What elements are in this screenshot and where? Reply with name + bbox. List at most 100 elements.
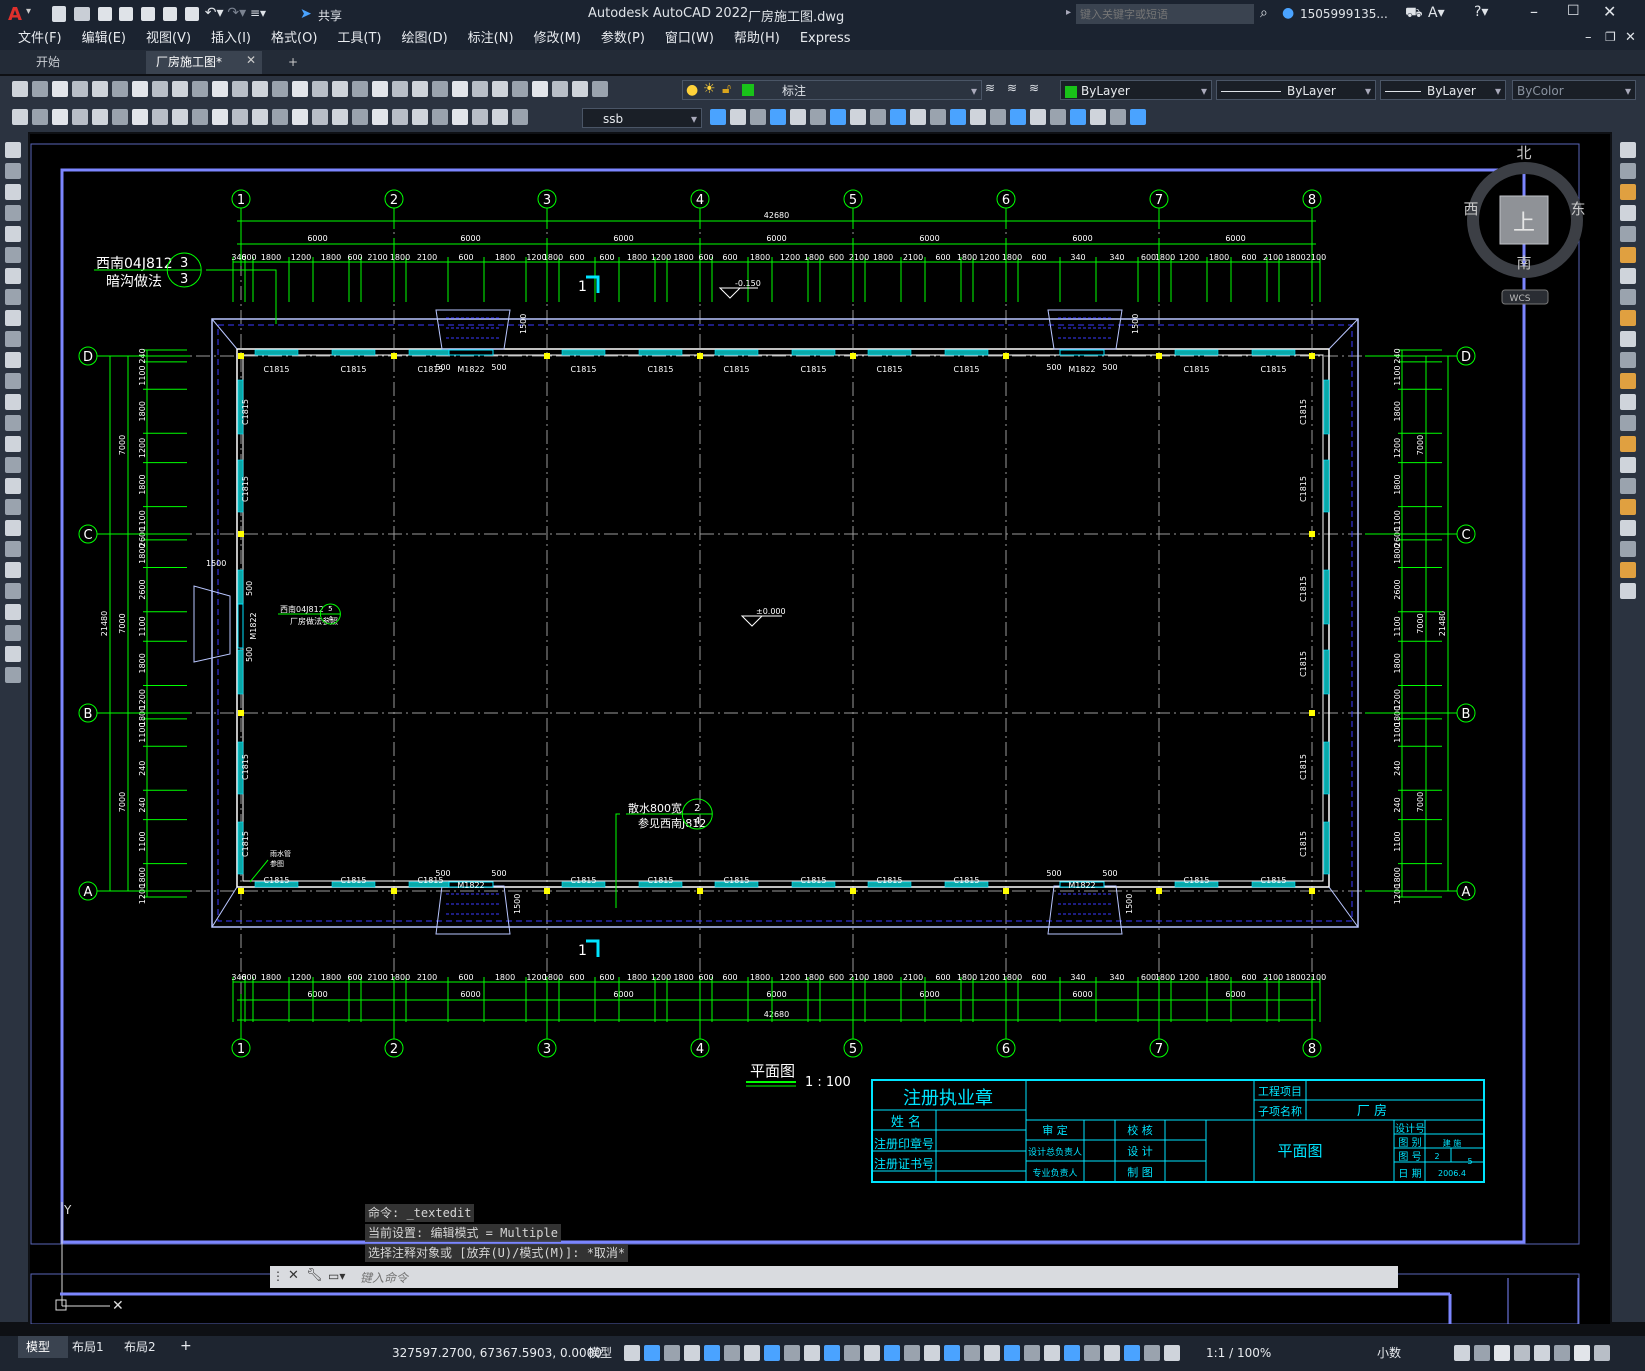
doc-close-icon[interactable]: ✕	[1625, 30, 1636, 45]
compass-south[interactable]: 南	[1516, 254, 1531, 272]
ordinate-icon[interactable]	[472, 109, 488, 125]
preview-icon[interactable]	[552, 81, 568, 97]
offset-icon[interactable]	[1620, 583, 1636, 599]
chamfer-icon[interactable]	[1620, 436, 1636, 452]
object-snap-tracking-icon[interactable]	[764, 1345, 780, 1361]
construction-line-icon[interactable]	[5, 163, 21, 179]
construction-line-icon[interactable]	[5, 583, 21, 599]
multiline-text-icon[interactable]	[5, 520, 21, 536]
customize-qat-icon[interactable]: ≡▾	[250, 6, 266, 20]
grid-icon[interactable]	[624, 1345, 640, 1361]
qnew-icon[interactable]	[472, 81, 488, 97]
publish-icon[interactable]	[112, 81, 128, 97]
ellipse-arc-icon[interactable]	[5, 352, 21, 368]
continue-icon[interactable]	[212, 109, 228, 125]
insert-block-icon[interactable]	[5, 373, 21, 389]
markup-icon[interactable]	[412, 81, 428, 97]
drawing-canvas[interactable]: 42680 6000 6000 6000 6000 6000 6000 6000 42680 60…	[30, 134, 1610, 1325]
polar-icon[interactable]	[1084, 1345, 1100, 1361]
annotation-scale[interactable]: 1:1 / 100%	[1206, 1342, 1271, 1364]
erase-icon[interactable]	[1620, 520, 1636, 536]
save-icon[interactable]	[97, 6, 112, 21]
center-mark-icon[interactable]	[292, 109, 308, 125]
menu-item-5[interactable]: 工具(T)	[327, 28, 391, 50]
arc-icon[interactable]	[5, 247, 21, 263]
save-icon[interactable]	[512, 81, 528, 97]
orbit-icon[interactable]	[890, 109, 906, 125]
menu-item-3[interactable]: 插入(I)	[201, 28, 261, 50]
table-icon[interactable]	[5, 499, 21, 515]
menu-item-11[interactable]: 帮助(H)	[724, 28, 790, 50]
view-icon[interactable]	[1070, 109, 1086, 125]
jogged-icon[interactable]	[112, 109, 128, 125]
polygon-icon[interactable]	[5, 625, 21, 641]
visual-style-icon[interactable]	[1010, 109, 1026, 125]
auto-scale-icon[interactable]	[964, 1345, 980, 1361]
visual-style-icon[interactable]	[810, 109, 826, 125]
close-icon[interactable]: ✕	[1603, 2, 1616, 21]
layout-tab-2[interactable]: 布局2	[124, 1336, 156, 1358]
layer-previous-icon[interactable]: ≋	[1029, 81, 1039, 95]
sheet-set-icon[interactable]	[392, 81, 408, 97]
menu-item-12[interactable]: Express	[790, 28, 861, 50]
infer-icon[interactable]	[664, 1345, 680, 1361]
region-icon[interactable]	[5, 478, 21, 494]
doc-minimize-icon[interactable]: –	[1585, 30, 1592, 45]
scale-icon[interactable]	[1620, 289, 1636, 305]
dim-style-icon[interactable]	[1130, 109, 1146, 125]
command-input[interactable]	[358, 1267, 1392, 1289]
annotation-visibility-icon[interactable]	[944, 1345, 960, 1361]
clean-screen-icon[interactable]	[1534, 1345, 1550, 1361]
menu-item-10[interactable]: 窗口(W)	[655, 28, 724, 50]
command-customize-icon[interactable]: 🔧︎	[306, 1268, 323, 1283]
qnew-icon[interactable]	[12, 81, 28, 97]
command-grip-icon[interactable]: ⋮	[272, 1269, 284, 1283]
save-web-icon[interactable]	[163, 6, 178, 21]
zoom-previous-icon[interactable]	[312, 81, 328, 97]
command-recent-icon[interactable]: ▭▾	[328, 1269, 345, 1283]
compass-east[interactable]: 东	[1570, 200, 1585, 218]
rotate-icon[interactable]	[1620, 268, 1636, 284]
radius-icon[interactable]	[92, 109, 108, 125]
zoom-realtime-icon[interactable]	[272, 81, 288, 97]
tab-start[interactable]: 开始	[28, 52, 68, 72]
ortho-icon[interactable]	[1064, 1345, 1080, 1361]
plot-icon[interactable]	[72, 81, 88, 97]
hardware-accel-icon[interactable]	[1514, 1345, 1530, 1361]
search-expand-icon[interactable]: ▸	[1066, 7, 1071, 18]
pan-icon[interactable]	[252, 81, 268, 97]
dim-style-icon[interactable]	[730, 109, 746, 125]
layout-tab-1[interactable]: 布局1	[72, 1336, 104, 1358]
shade-icon[interactable]	[1030, 109, 1046, 125]
customize-icon[interactable]	[1554, 1345, 1570, 1361]
quick-calc-icon[interactable]	[432, 81, 448, 97]
share-button[interactable]: 共享	[318, 7, 342, 24]
save-as-icon[interactable]	[119, 6, 134, 21]
table-style-icon[interactable]	[750, 109, 766, 125]
app-menu-chevron-icon[interactable]: ▾	[26, 6, 31, 17]
dim-update-icon[interactable]	[392, 109, 408, 125]
compass-west[interactable]: 西	[1463, 200, 1478, 218]
offset-icon[interactable]	[1620, 205, 1636, 221]
multileader-style-icon[interactable]	[770, 109, 786, 125]
fillet-icon[interactable]	[1620, 457, 1636, 473]
properties-icon[interactable]	[332, 81, 348, 97]
explode-icon[interactable]	[1620, 499, 1636, 515]
model-space-button[interactable]: 模型	[588, 1342, 612, 1364]
preview-icon[interactable]	[92, 81, 108, 97]
tolerance-icon[interactable]	[272, 109, 288, 125]
stretch-icon[interactable]	[1620, 310, 1636, 326]
orbit-icon[interactable]	[1090, 109, 1106, 125]
menu-item-2[interactable]: 视图(V)	[136, 28, 201, 50]
break-at-point-icon[interactable]	[1620, 373, 1636, 389]
quick-properties-icon[interactable]	[1574, 1345, 1590, 1361]
dim-edit-icon[interactable]	[352, 109, 368, 125]
gradient-icon[interactable]	[5, 457, 21, 473]
aligned-dim-icon[interactable]	[32, 109, 48, 125]
cursor-coordinates[interactable]: 327597.2700, 67367.5903, 0.0000	[392, 1342, 602, 1364]
object-snap-icon[interactable]	[784, 1345, 800, 1361]
plotstyle-dropdown[interactable]: ByColor	[1512, 80, 1636, 101]
quick-properties-icon[interactable]	[1454, 1345, 1470, 1361]
doc-restore-icon[interactable]: ❐	[1605, 30, 1616, 44]
make-current-icon[interactable]: ≋	[1007, 81, 1017, 95]
